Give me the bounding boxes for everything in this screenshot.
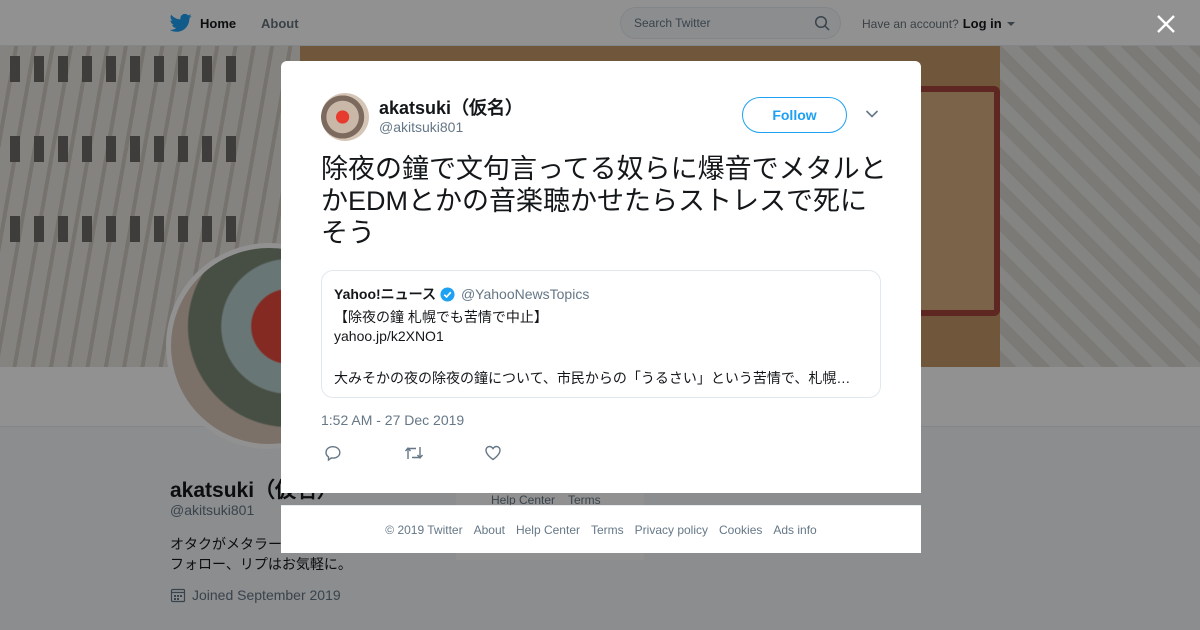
quoted-tweet[interactable]: Yahoo!ニュース @YahooNewsTopics 【除夜の鐘 札幌でも苦情… [321, 270, 881, 398]
verified-badge-icon [440, 286, 455, 302]
chevron-down-icon[interactable] [865, 109, 879, 119]
close-icon[interactable] [1154, 12, 1178, 36]
retweet-icon[interactable] [404, 444, 424, 462]
footer-copyright: © 2019 Twitter [385, 522, 463, 537]
quoted-text-line: 大みそかの夜の除夜の鐘について、市民からの「うるさい」という苦情で、札幌… [334, 370, 851, 386]
footer-cookies-link[interactable]: Cookies [719, 523, 762, 537]
tweet-actions [324, 444, 524, 464]
footer-ads-info-link[interactable]: Ads info [773, 523, 816, 537]
author-handle[interactable]: @akitsuki801 [379, 119, 463, 135]
footer-terms-link[interactable]: Terms [591, 523, 624, 537]
author-avatar[interactable] [321, 93, 369, 141]
reply-icon[interactable] [324, 444, 342, 462]
tweet-modal: akatsuki（仮名） @akitsuki801 Follow 除夜の鐘で文句… [281, 61, 921, 493]
quoted-author-handle: @YahooNewsTopics [460, 286, 590, 302]
quoted-text-line: 【除夜の鐘 札幌でも苦情で中止】 [334, 309, 548, 325]
like-icon[interactable] [484, 444, 502, 462]
tweet-timestamp[interactable]: 1:52 AM - 27 Dec 2019 [321, 412, 464, 428]
author-name[interactable]: akatsuki（仮名） [379, 94, 523, 120]
modal-footer: © 2019 Twitter About Help Center Terms P… [281, 505, 921, 553]
footer-privacy-link[interactable]: Privacy policy [635, 523, 708, 537]
quoted-author-name: Yahoo!ニュース [334, 286, 436, 302]
tweet-text: 除夜の鐘で文句言ってる奴らに爆音でメタルとかEDMとかの音楽聴かせたらストレスで… [321, 154, 887, 248]
quoted-tweet-header: Yahoo!ニュース @YahooNewsTopics [334, 284, 589, 304]
footer-about-link[interactable]: About [474, 523, 505, 537]
footer-help-center-link[interactable]: Help Center [516, 523, 580, 537]
quoted-link[interactable]: yahoo.jp/k2XNO1 [334, 328, 444, 344]
follow-button[interactable]: Follow [742, 97, 847, 133]
